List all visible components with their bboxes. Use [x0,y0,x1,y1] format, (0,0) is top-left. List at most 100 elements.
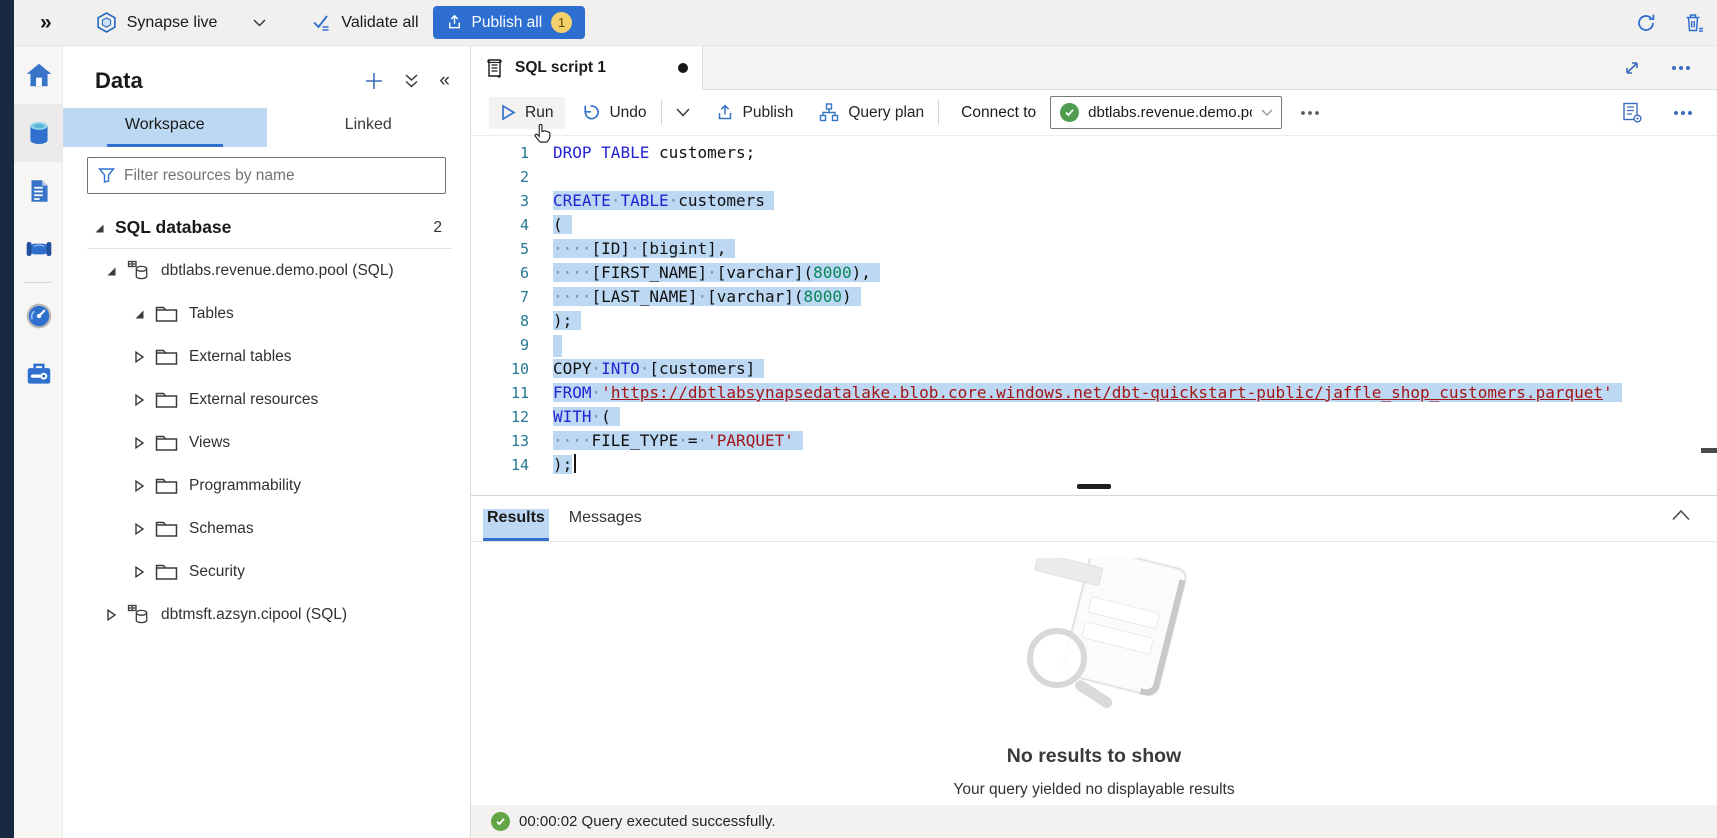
rail-expand-icon[interactable]: » [40,11,52,35]
collapsed-arrow-icon[interactable] [133,565,155,579]
line-number: 10 [471,357,529,381]
tree-item-views[interactable]: Views [63,421,470,464]
splitter-handle[interactable] [1077,484,1111,489]
tab-workspace[interactable]: Workspace [63,108,267,147]
topbar: » Synapse live Validate all Publish all … [14,0,1717,46]
connect-to-label: Connect to [961,104,1036,122]
mode-switcher[interactable]: Synapse live [96,12,267,33]
publish-all-button[interactable]: Publish all 1 [433,6,586,39]
code-line-2[interactable]: 2 [471,165,1717,189]
refresh-icon[interactable] [1635,12,1657,34]
code-line-8[interactable]: 8); [471,309,1717,333]
code-line-13[interactable]: 13····FILE_TYPE·=·'PARQUET' [471,429,1717,453]
collapse-panel-icon[interactable]: « [439,70,450,92]
tree-item-tables[interactable]: Tables [63,292,470,335]
collapsed-arrow-icon[interactable] [105,608,127,622]
code-line-11[interactable]: 11FROM·'https://dbtlabsynapsedatalake.bl… [471,381,1717,405]
collapse-results-icon[interactable] [1671,508,1691,526]
tree-item-label: dbtmsft.azsyn.cipool (SQL) [161,606,347,624]
filter-resources-input[interactable] [124,167,435,185]
more-options-icon[interactable] [1671,65,1691,71]
validate-icon [312,13,331,32]
collapsed-arrow-icon[interactable] [133,393,155,407]
properties-icon[interactable] [1622,102,1643,124]
gauge-icon [24,301,54,331]
discard-trash-icon[interactable] [1683,12,1705,34]
sql-editor[interactable]: 1DROP TABLE customers;23CREATE·TABLE·cus… [471,136,1717,492]
tree-item-security[interactable]: Security [63,550,470,593]
app-root: » Synapse live Validate all Publish all … [0,0,1717,838]
filter-funnel-icon [98,167,115,184]
tree-item-external-resources[interactable]: External resources [63,378,470,421]
pool-select-dropdown[interactable]: dbtlabs.revenue.demo.pool [1050,96,1282,129]
connect-more-icon[interactable] [1300,110,1320,116]
undo-button[interactable]: Undo [581,103,646,122]
validate-all-button[interactable]: Validate all [312,13,418,32]
code-line-10[interactable]: 10COPY·INTO·[customers] [471,357,1717,381]
selection-highlight: ····FILE_TYPE·=·'PARQUET' [553,431,803,450]
expanded-arrow-icon[interactable] [93,222,115,234]
code-line-5[interactable]: 5····[ID]·[bigint], [471,237,1717,261]
nav-home[interactable] [14,46,63,104]
collapsed-arrow-icon[interactable] [133,350,155,364]
line-content [553,333,562,357]
tab-sql-script-1[interactable]: SQL script 1 [471,46,703,90]
chevron-down-icon[interactable] [253,19,266,27]
line-number: 1 [471,141,529,165]
tab-results[interactable]: Results [483,509,549,541]
nav-develop[interactable] [14,162,63,220]
tree-item-schemas[interactable]: Schemas [63,507,470,550]
nav-manage[interactable] [14,345,63,403]
nav-data[interactable] [14,104,63,162]
tree-item-sql-database[interactable]: SQL database2 [63,206,470,249]
publish-badge: 1 [551,12,572,33]
double-chevron-down-icon[interactable] [404,73,419,89]
line-content: ····[FIRST_NAME]·[varchar](8000), [553,261,880,285]
collapsed-arrow-icon[interactable] [133,436,155,450]
tree-item-dbtlabs-revenue-demo-pool-sql[interactable]: dbtlabs.revenue.demo.pool (SQL) [63,249,470,292]
run-play-icon [501,104,516,121]
tree-item-dbtmsft-azsyn-cipool-sql[interactable]: dbtmsft.azsyn.cipool (SQL) [63,593,470,636]
code-line-12[interactable]: 12WITH·( [471,405,1717,429]
run-button[interactable]: Run [489,97,565,129]
tab-messages[interactable]: Messages [565,509,646,541]
code-line-6[interactable]: 6····[FIRST_NAME]·[varchar](8000), [471,261,1717,285]
home-icon [24,60,54,90]
nav-integrate[interactable] [14,220,63,278]
run-options-chevron-icon[interactable] [676,108,690,117]
nav-monitor[interactable] [14,287,63,345]
code-line-4[interactable]: 4( [471,213,1717,237]
tree-item-label: Programmability [189,477,301,495]
collapsed-arrow-icon[interactable] [133,522,155,536]
publish-upload-icon [716,104,734,122]
selection-highlight: ····[FIRST_NAME]·[varchar](8000), [553,263,880,282]
query-plan-button[interactable]: Query plan [819,103,924,122]
editor-more-icon[interactable] [1673,110,1693,116]
publish-button[interactable]: Publish [716,104,794,122]
add-resource-icon[interactable] [364,71,384,91]
code-line-7[interactable]: 7····[LAST_NAME]·[varchar](8000) [471,285,1717,309]
expanded-arrow-icon[interactable] [105,265,127,277]
tree-item-label: Views [189,434,230,452]
code-line-1[interactable]: 1DROP TABLE customers; [471,141,1717,165]
run-label: Run [525,104,553,122]
line-number: 7 [471,285,529,309]
expanded-arrow-icon[interactable] [133,308,155,320]
expand-editor-icon[interactable] [1623,59,1641,77]
toolbar-divider-2 [938,100,939,125]
tab-linked[interactable]: Linked [267,108,471,147]
code-line-3[interactable]: 3CREATE·TABLE·customers [471,189,1717,213]
collapsed-arrow-icon[interactable] [133,479,155,493]
selection-highlight: ); [553,311,581,330]
tree-item-external-tables[interactable]: External tables [63,335,470,378]
pipeline-icon [24,234,54,264]
results-panel: Results Messages [471,495,1717,805]
tree-item-programmability[interactable]: Programmability [63,464,470,507]
code-line-14[interactable]: 14); [471,453,1717,477]
code-line-9[interactable]: 9 [471,333,1717,357]
empty-results-title: No results to show [1007,745,1181,768]
page-title: Data [95,68,143,94]
line-number: 5 [471,237,529,261]
tree-item-label: dbtlabs.revenue.demo.pool (SQL) [161,262,394,280]
scrollbar-thumb[interactable] [1701,448,1717,453]
